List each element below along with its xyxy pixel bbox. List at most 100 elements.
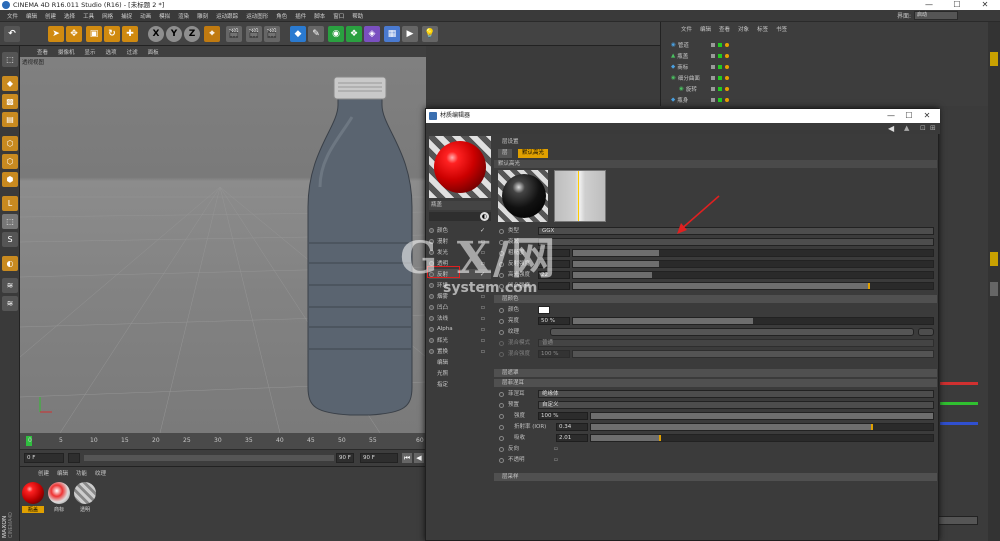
go-to-start-icon[interactable]: ⏮ xyxy=(402,453,412,463)
menu-script[interactable]: 脚本 xyxy=(310,12,329,20)
menu-snap[interactable]: 捕捉 xyxy=(117,12,136,20)
viewport-menu-filter[interactable]: 过滤 xyxy=(122,48,143,56)
channel-glow[interactable]: 辉光 ▫ xyxy=(429,335,491,345)
layer-color-header[interactable]: 层颜色 xyxy=(494,295,937,303)
material-name-field[interactable]: 瓶盖 xyxy=(429,201,491,210)
color-slider-blue[interactable] xyxy=(940,422,978,425)
y-axis-icon[interactable]: Y xyxy=(166,26,182,42)
undo-icon[interactable]: ↶ xyxy=(4,26,20,42)
coordinate-system-icon[interactable]: ⌖ xyxy=(204,26,220,42)
obj-menu-edit[interactable]: 编辑 xyxy=(696,25,715,34)
channel-displacement[interactable]: 置换 ▫ xyxy=(429,346,491,356)
editor-minimize-button[interactable]: — xyxy=(882,109,900,123)
new-panel-icon[interactable]: ⊞ xyxy=(930,124,936,132)
preset-dropdown[interactable]: 自定义 xyxy=(538,401,934,409)
render-picture-viewer-icon[interactable]: 🎬 xyxy=(246,26,262,42)
points-mode-icon[interactable]: ⬡ xyxy=(2,136,18,151)
editor-section-edit[interactable]: 编辑 xyxy=(429,357,491,367)
color-swatch[interactable] xyxy=(538,306,550,314)
lock-icon[interactable]: ◐ xyxy=(2,256,18,271)
obj-menu-view[interactable]: 查看 xyxy=(715,25,734,34)
visibility-toggles[interactable] xyxy=(711,65,729,69)
grid-icon[interactable]: ≋ xyxy=(2,278,18,293)
invert-checkbox[interactable]: ▫ xyxy=(554,444,558,454)
reflection-strength-slider[interactable] xyxy=(572,260,934,268)
menu-help[interactable]: 帮助 xyxy=(348,12,367,20)
start-frame-field[interactable]: 0 F xyxy=(24,453,64,463)
camera-icon[interactable]: ▶ xyxy=(402,26,418,42)
mix-mode-dropdown[interactable]: 普通 xyxy=(538,339,934,347)
cube-icon[interactable]: ◆ xyxy=(290,26,306,42)
editor-section-assign[interactable]: 指定 xyxy=(429,379,491,389)
deformer-icon[interactable]: ◈ xyxy=(364,26,380,42)
menu-mesh[interactable]: 网格 xyxy=(98,12,117,20)
channel-checkbox[interactable]: ▫ xyxy=(481,315,485,322)
layer-mask-header[interactable]: 层遮罩 xyxy=(494,369,937,377)
layer-fresnel-header[interactable]: 层菲涅耳 xyxy=(494,379,937,387)
tab-attributes[interactable] xyxy=(990,252,998,266)
roughness-slider[interactable] xyxy=(572,249,934,257)
viewport-menu-camera[interactable]: 摄像机 xyxy=(53,48,80,56)
up-arrow-icon[interactable]: ▲ xyxy=(904,124,909,132)
mat-menu-function[interactable]: 功能 xyxy=(72,469,91,477)
obj-menu-file[interactable]: 文件 xyxy=(677,25,696,34)
channel-checkbox[interactable]: ▫ xyxy=(481,348,485,355)
menu-motion-tracker[interactable]: 运动跟踪 xyxy=(212,12,242,20)
menu-animate[interactable]: 动画 xyxy=(136,12,155,20)
channel-checkbox[interactable]: ▫ xyxy=(481,304,485,311)
menu-select[interactable]: 选择 xyxy=(60,12,79,20)
layer-tab[interactable]: 层 xyxy=(498,149,512,158)
light-icon[interactable]: 💡 xyxy=(422,26,438,42)
fresnel-dropdown[interactable]: 绝缘体 xyxy=(538,390,934,398)
visibility-toggles[interactable] xyxy=(711,98,729,102)
layer-icon[interactable]: ≋ xyxy=(2,296,18,311)
z-axis-icon[interactable]: Z xyxy=(184,26,200,42)
fresnel-strength-field[interactable]: 100 % xyxy=(538,412,588,420)
specular-strength-slider[interactable] xyxy=(572,271,934,279)
layer-sampling-header[interactable]: 层采样 xyxy=(494,473,937,481)
object-row[interactable]: ◆ 瓶身 xyxy=(661,95,981,105)
render-settings-icon[interactable]: 🎬 xyxy=(264,26,280,42)
material-name-input[interactable]: ◐ xyxy=(429,212,491,221)
channel-checkbox[interactable]: ▫ xyxy=(481,337,485,344)
fresnel-strength-slider[interactable] xyxy=(590,412,934,420)
texture-slot[interactable] xyxy=(550,328,914,336)
back-arrow-icon[interactable]: ◀ xyxy=(888,124,894,133)
viewport-menu-view[interactable]: 查看 xyxy=(32,48,53,56)
viewport-menu-display[interactable]: 显示 xyxy=(80,48,101,56)
menu-window[interactable]: 窗口 xyxy=(329,12,348,20)
viewport-menu-panel[interactable]: 面板 xyxy=(143,48,164,56)
absorption-slider[interactable] xyxy=(590,434,934,442)
object-row[interactable]: ◆ 商标 xyxy=(661,62,981,72)
lock-icon[interactable]: ⊡ xyxy=(920,124,926,132)
channel-normal[interactable]: 法线 ▫ xyxy=(429,313,491,323)
tweak-icon[interactable]: ⬚ xyxy=(2,214,18,229)
max-frame-field[interactable]: 90 F xyxy=(360,453,398,463)
make-editable-icon[interactable]: ⬚ xyxy=(2,52,18,67)
array-icon[interactable]: ❖ xyxy=(346,26,362,42)
snap-icon[interactable]: S xyxy=(2,232,18,247)
absorption-field[interactable]: 2.01 xyxy=(556,434,588,442)
mix-strength-field[interactable]: 100 % xyxy=(538,350,570,358)
maximize-button[interactable]: ☐ xyxy=(946,0,968,10)
visibility-toggles[interactable] xyxy=(711,76,729,80)
editor-close-button[interactable]: ✕ xyxy=(918,109,936,123)
menu-sculpt[interactable]: 雕刻 xyxy=(193,12,212,20)
menu-render[interactable]: 渲染 xyxy=(174,12,193,20)
object-row[interactable]: ◉ 管道 xyxy=(661,40,981,50)
play-back-icon[interactable]: ◀ xyxy=(414,453,424,463)
bump-strength-slider[interactable] xyxy=(572,282,934,290)
menu-mograph[interactable]: 运动图形 xyxy=(242,12,272,20)
minimize-button[interactable]: — xyxy=(918,0,940,10)
color-slider-green[interactable] xyxy=(940,402,978,405)
brightness-slider[interactable] xyxy=(572,317,934,325)
object-row[interactable]: ▲ 瓶盖 xyxy=(661,51,981,61)
default-specular-tab[interactable]: 默认高光 xyxy=(518,149,549,158)
move-icon[interactable]: ✥ xyxy=(66,26,82,42)
floor-icon[interactable]: ▦ xyxy=(384,26,400,42)
render-view-icon[interactable]: 🎬 xyxy=(226,26,242,42)
brightness-field[interactable]: 50 % xyxy=(538,317,570,325)
material-preview[interactable] xyxy=(429,136,491,198)
close-button[interactable]: ✕ xyxy=(974,0,996,10)
perspective-viewport[interactable]: 透视视图 xyxy=(20,57,426,433)
